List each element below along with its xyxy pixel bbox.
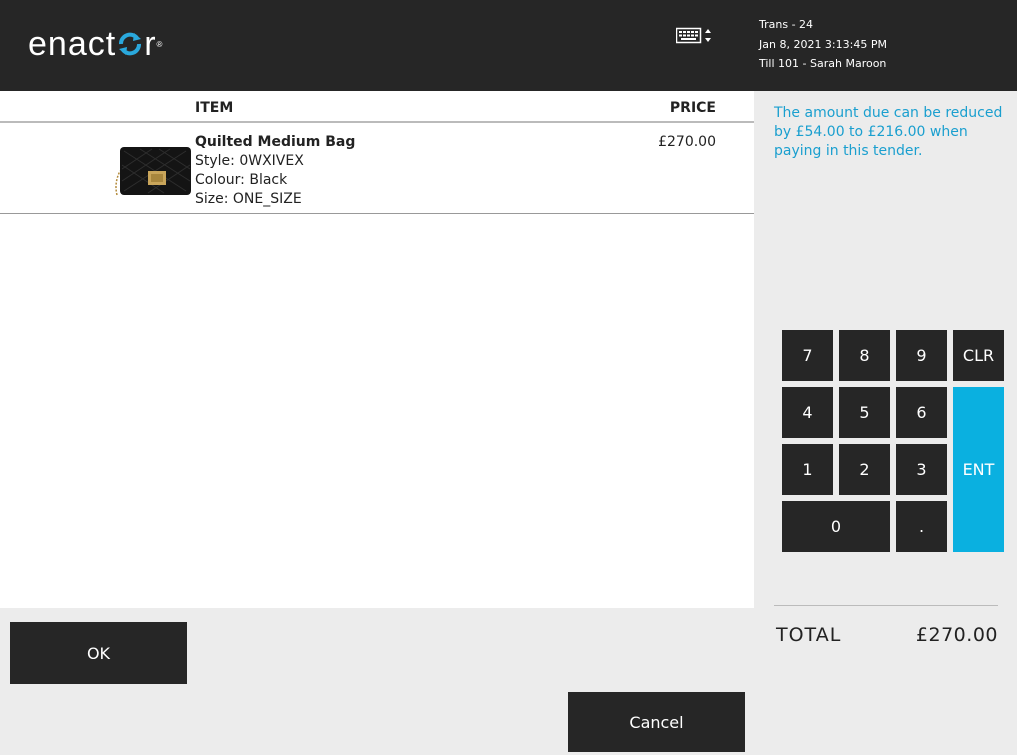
key-3[interactable]: 3 [896,444,947,495]
total-value: £270.00 [915,624,998,646]
column-header-price: PRICE [669,100,716,116]
clear-key[interactable]: CLR [953,330,1004,381]
item-colour: Colour: Black [195,172,288,188]
tender-panel: The amount due can be reduced by £54.00 … [754,91,1017,755]
item-size: Size: ONE_SIZE [195,191,302,207]
enactor-logo: enact r ® [28,24,164,63]
key-1[interactable]: 1 [782,444,833,495]
total-divider [774,605,998,606]
header-bar: enact r ® Trans - 24 Jan 8, 2021 3:13:45 … [0,0,1017,91]
ok-button[interactable]: OK [10,622,187,684]
basket-panel: ITEM PRICE Quilted Medium Bag Style: 0WX… [0,91,754,608]
row-divider [0,213,754,214]
handbag-image [115,147,191,196]
item-style: Style: 0WXIVEX [195,153,304,169]
trans-datetime: Jan 8, 2021 3:13:45 PM [759,37,887,51]
total-label: TOTAL [776,624,842,646]
item-name: Quilted Medium Bag [195,134,356,150]
key-6[interactable]: 6 [896,387,947,438]
header-divider [0,121,754,123]
item-price: £270.00 [658,134,716,150]
key-2[interactable]: 2 [839,444,890,495]
key-8[interactable]: 8 [839,330,890,381]
key-9[interactable]: 9 [896,330,947,381]
keyboard-toggle-icon[interactable] [676,27,712,45]
key-4[interactable]: 4 [782,387,833,438]
decimal-key[interactable]: . [896,501,947,552]
till-operator: Till 101 - Sarah Maroon [759,57,887,70]
cancel-button[interactable]: Cancel [568,692,745,752]
key-7[interactable]: 7 [782,330,833,381]
key-5[interactable]: 5 [839,387,890,438]
promo-message: The amount due can be reduced by £54.00 … [774,105,1003,159]
trans-number: Trans - 24 [759,18,814,31]
transaction-info: Trans - 24 Jan 8, 2021 3:13:45 PM Till 1… [759,15,887,74]
logo-refresh-icon [119,32,142,56]
column-header-item: ITEM [195,100,234,116]
key-0[interactable]: 0 [782,501,890,552]
enter-key[interactable]: ENT [953,387,1004,552]
